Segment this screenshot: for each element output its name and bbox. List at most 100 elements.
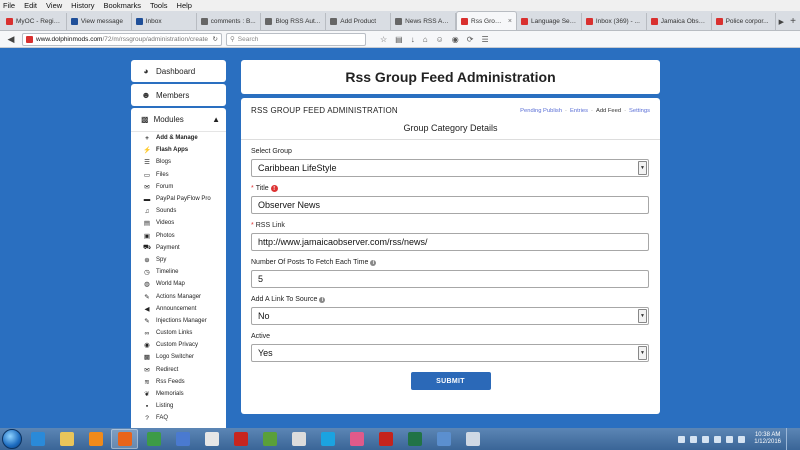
- chrome-taskbar-button[interactable]: [140, 429, 167, 449]
- menu-item-tools[interactable]: Tools: [150, 0, 168, 11]
- module-item[interactable]: ⊕ Spy: [131, 254, 226, 266]
- menu-item-view[interactable]: View: [46, 0, 62, 11]
- sidebar-item-modules[interactable]: ▩ Modules ▲: [131, 108, 226, 132]
- module-item[interactable]: ❦ Memorials: [131, 388, 226, 400]
- browser-tab[interactable]: Blog RSS Aut...: [261, 13, 327, 30]
- browser-tab[interactable]: Rss Group... ×: [456, 11, 517, 30]
- info-icon[interactable]: i: [370, 259, 377, 266]
- menu-item-help[interactable]: Help: [177, 0, 192, 11]
- font-taskbar-button[interactable]: [285, 429, 312, 449]
- pending-publish-link[interactable]: Pending Publish: [520, 108, 562, 114]
- user-taskbar-button[interactable]: [169, 429, 196, 449]
- entries-link[interactable]: Entries: [570, 108, 588, 114]
- show-desktop-button[interactable]: [786, 428, 794, 450]
- browser-tab[interactable]: Language Set...: [517, 13, 582, 30]
- menu-item-bookmarks[interactable]: Bookmarks: [104, 0, 142, 11]
- browser-tab[interactable]: comments : B...: [197, 13, 262, 30]
- module-item[interactable]: ∞ Custom Links: [131, 327, 226, 339]
- search-bar[interactable]: ⚲ Search: [226, 32, 366, 46]
- browser-tab[interactable]: Inbox: [132, 13, 197, 30]
- browser-tab[interactable]: News RSS Aut...: [391, 13, 457, 30]
- module-item[interactable]: ▪ Listing: [131, 400, 226, 412]
- module-item[interactable]: ◉ Custom Privacy: [131, 339, 226, 351]
- media-player-taskbar-button[interactable]: [82, 429, 109, 449]
- module-item[interactable]: ? FAQ: [131, 412, 226, 424]
- module-item[interactable]: ▣ Photos: [131, 230, 226, 242]
- download-icon[interactable]: ↓: [411, 35, 415, 44]
- module-item[interactable]: ▩ Logo Switcher: [131, 351, 226, 363]
- submit-button[interactable]: SUBMIT: [410, 372, 491, 390]
- module-item[interactable]: ✎ Injections Manager: [131, 315, 226, 327]
- start-button[interactable]: [2, 429, 22, 449]
- site-identity-icon[interactable]: [26, 35, 33, 43]
- excel-taskbar-button[interactable]: [401, 429, 428, 449]
- browser-tab[interactable]: View message: [67, 13, 132, 30]
- explorer-taskbar-button[interactable]: [53, 429, 80, 449]
- filezilla-taskbar-button[interactable]: [227, 429, 254, 449]
- menu-item-edit[interactable]: Edit: [24, 0, 37, 11]
- emoji-icon[interactable]: ☺: [436, 35, 444, 44]
- module-item[interactable]: ✉ Forum: [131, 181, 226, 193]
- module-item[interactable]: ▭ Files: [131, 169, 226, 181]
- pocket-icon[interactable]: ◉: [452, 35, 459, 44]
- ie-taskbar-button[interactable]: [24, 429, 51, 449]
- notepad-taskbar-button[interactable]: [198, 429, 225, 449]
- module-item[interactable]: ◍ World Map: [131, 278, 226, 290]
- settings-link[interactable]: Settings: [629, 108, 650, 114]
- module-item[interactable]: ⚡ Flash Apps: [131, 144, 226, 156]
- reading-list-icon[interactable]: ▤: [395, 35, 403, 44]
- dropdown-arrow-icon[interactable]: ▼: [638, 161, 647, 175]
- hamburger-menu-icon[interactable]: ☰: [481, 35, 488, 44]
- rss-link-input[interactable]: http://www.jamaicaobserver.com/rss/news/: [251, 233, 649, 251]
- add-feed-link[interactable]: Add Feed: [596, 108, 621, 114]
- new-tab-button[interactable]: +: [786, 13, 800, 30]
- volume-icon[interactable]: [726, 435, 734, 443]
- image-viewer-taskbar-button[interactable]: [430, 429, 457, 449]
- module-item[interactable]: ♫ Sounds: [131, 205, 226, 217]
- module-item[interactable]: ◀ Announcement: [131, 303, 226, 315]
- clock[interactable]: 10:38 AM 1/12/2016: [754, 432, 781, 446]
- reload-icon[interactable]: ↻: [213, 35, 218, 43]
- skype-taskbar-button[interactable]: [314, 429, 341, 449]
- menu-item-file[interactable]: File: [3, 0, 15, 11]
- flag-icon[interactable]: [738, 435, 746, 443]
- acrobat-taskbar-button[interactable]: [372, 429, 399, 449]
- close-tab-icon[interactable]: ×: [508, 18, 512, 25]
- tab-scroll-right-icon[interactable]: ▶: [776, 13, 786, 30]
- network-icon[interactable]: [714, 435, 722, 443]
- browser-tab[interactable]: MyOC - Regist...: [2, 13, 67, 30]
- firefox-taskbar-button[interactable]: [111, 429, 138, 449]
- module-item[interactable]: ✎ Actions Manager: [131, 290, 226, 302]
- frog-taskbar-button[interactable]: [256, 429, 283, 449]
- browser-tab[interactable]: Inbox (369) - ...: [582, 13, 647, 30]
- browser-tab[interactable]: Police corpor...: [712, 13, 777, 30]
- select-group-dropdown[interactable]: Caribbean LifeStyle ▼: [251, 159, 649, 177]
- eraser-taskbar-button[interactable]: [343, 429, 370, 449]
- home-icon[interactable]: ⌂: [423, 35, 428, 44]
- dropdown-arrow-icon[interactable]: ▼: [638, 346, 647, 360]
- browser-tab[interactable]: Add Product: [326, 13, 392, 30]
- module-item[interactable]: + Add & Manage: [131, 132, 226, 144]
- module-item[interactable]: ✉ Redirect: [131, 364, 226, 376]
- address-bar[interactable]: www.dolphinmods.com/72/m/rssgroup/admini…: [22, 32, 222, 46]
- posts-count-input[interactable]: 5: [251, 270, 649, 288]
- tray-app-icon[interactable]: [702, 435, 710, 443]
- tray-app-icon[interactable]: [690, 435, 698, 443]
- dropdown-arrow-icon[interactable]: ▼: [638, 309, 647, 323]
- tray-arrow-icon[interactable]: [678, 435, 686, 443]
- back-button[interactable]: ◀: [4, 33, 18, 46]
- info-icon[interactable]: i: [319, 296, 326, 303]
- module-item[interactable]: ☰ Blogs: [131, 156, 226, 168]
- sync-icon[interactable]: ⟳: [467, 35, 474, 44]
- module-item[interactable]: ◷ Timeline: [131, 266, 226, 278]
- bookmark-star-icon[interactable]: ☆: [380, 35, 387, 44]
- sidebar-item-dashboard[interactable]: ◕ Dashboard: [131, 60, 226, 82]
- sidebar-item-members[interactable]: ☻ Members: [131, 84, 226, 106]
- module-item[interactable]: ▤ Videos: [131, 217, 226, 229]
- link-source-dropdown[interactable]: No ▼: [251, 307, 649, 325]
- title-input[interactable]: Observer News: [251, 196, 649, 214]
- module-item[interactable]: ≋ Rss Feeds: [131, 376, 226, 388]
- module-item[interactable]: ▬ PayPal PayFlow Pro: [131, 193, 226, 205]
- chevron-up-icon[interactable]: ▲: [212, 115, 220, 124]
- tools-taskbar-button[interactable]: [459, 429, 486, 449]
